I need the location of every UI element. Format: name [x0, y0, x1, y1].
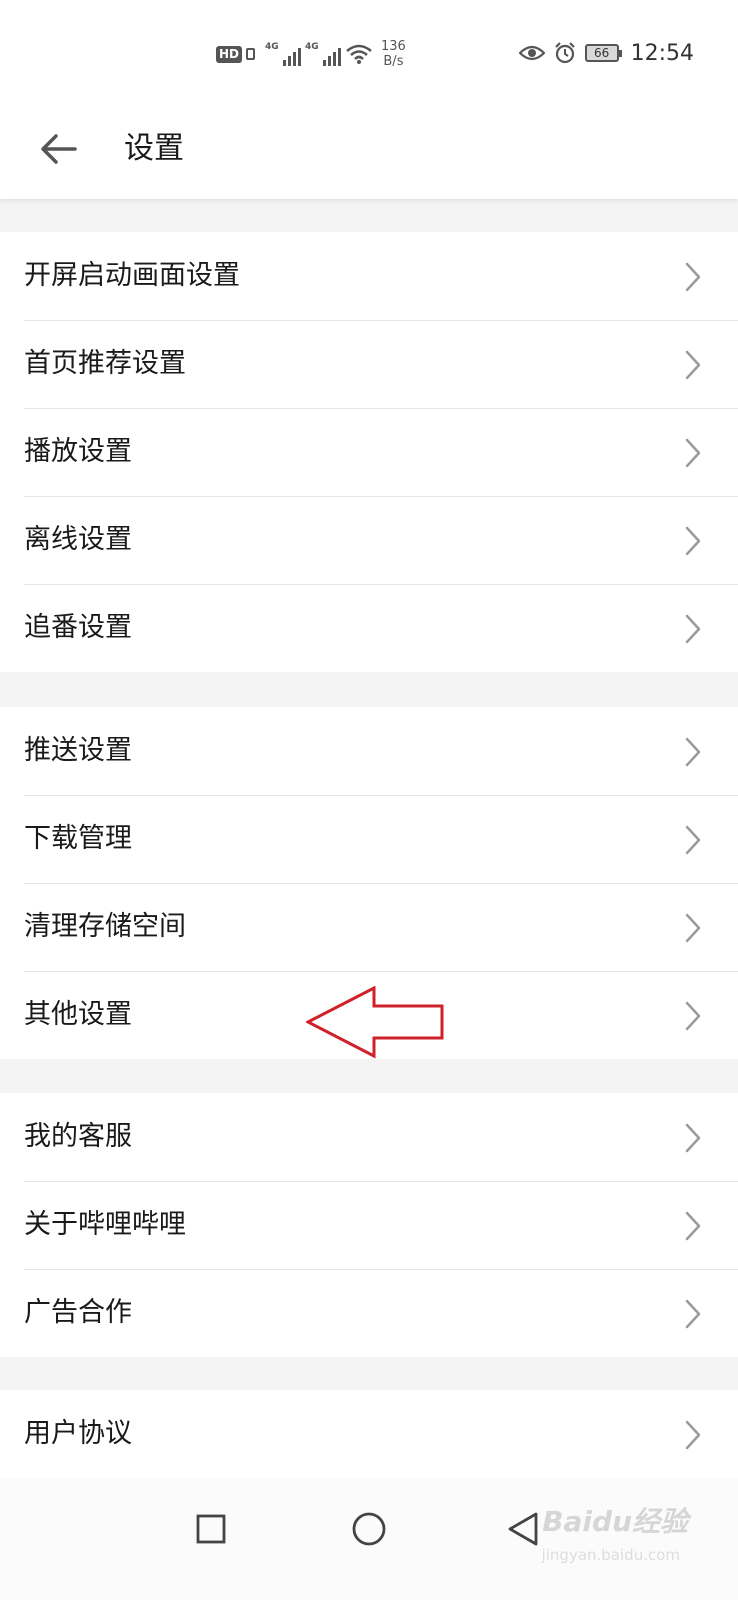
chevron-right-icon	[685, 614, 701, 644]
settings-item-label: 追番设置	[24, 612, 132, 643]
settings-item-about[interactable]: 关于哔哩哔哩	[0, 1181, 738, 1269]
settings-group-legal: 用户协议	[0, 1390, 738, 1478]
settings-item-push[interactable]: 推送设置	[0, 707, 738, 795]
signal-type: 4G	[305, 42, 319, 52]
wifi-icon	[346, 44, 372, 64]
signal-icon: 4G	[305, 42, 342, 66]
settings-item-label: 首页推荐设置	[24, 348, 186, 379]
network-speed-value: 136	[381, 39, 406, 54]
annotation-arrow-icon	[306, 986, 444, 1059]
chevron-right-icon	[685, 1001, 701, 1031]
settings-item-anime-follow[interactable]: 追番设置	[0, 584, 738, 672]
settings-item-downloads[interactable]: 下载管理	[0, 795, 738, 883]
app-bar: 设置	[0, 105, 738, 199]
settings-item-label: 播放设置	[24, 436, 132, 467]
status-right: 66 12:54	[518, 36, 694, 70]
network-speed: 136 B/s	[381, 39, 406, 69]
back-button[interactable]	[36, 127, 80, 171]
network-speed-unit: B/s	[383, 54, 404, 69]
page-title: 设置	[124, 131, 184, 166]
settings-item-home-recommend[interactable]: 首页推荐设置	[0, 320, 738, 408]
settings-item-label: 用户协议	[24, 1418, 132, 1449]
settings-item-playback[interactable]: 播放设置	[0, 408, 738, 496]
settings-item-label: 广告合作	[24, 1297, 132, 1328]
chevron-right-icon	[685, 262, 701, 292]
settings-item-ads[interactable]: 广告合作	[0, 1269, 738, 1357]
chevron-right-icon	[685, 1420, 701, 1450]
eye-icon	[518, 45, 545, 61]
settings-item-label: 推送设置	[24, 735, 132, 766]
chevron-right-icon	[685, 1299, 701, 1329]
settings-item-clear-storage[interactable]: 清理存储空间	[0, 883, 738, 971]
settings-item-customer-service[interactable]: 我的客服	[0, 1093, 738, 1181]
chevron-right-icon	[685, 1211, 701, 1241]
back-arrow-icon	[41, 134, 77, 164]
hd-lock-icon	[246, 48, 256, 60]
back-triangle-icon	[508, 1512, 538, 1546]
recent-apps-button[interactable]	[186, 1504, 236, 1554]
status-bar: HD 4G 4G 136 B/s 66 12:54	[0, 0, 738, 105]
home-icon	[352, 1512, 386, 1546]
watermark-logo: Baidu经验	[542, 1505, 688, 1538]
settings-item-label: 清理存储空间	[24, 911, 186, 942]
settings-item-user-agreement[interactable]: 用户协议	[0, 1390, 738, 1478]
clock: 12:54	[630, 40, 694, 66]
alarm-icon	[554, 42, 575, 64]
chevron-right-icon	[685, 350, 701, 380]
watermark-url: jingyan.baidu.com	[541, 1546, 680, 1564]
settings-item-label: 下载管理	[24, 823, 132, 854]
system-back-button[interactable]	[498, 1504, 548, 1554]
settings-item-label: 其他设置	[24, 999, 132, 1030]
chevron-right-icon	[685, 737, 701, 767]
chevron-right-icon	[685, 438, 701, 468]
settings-group-about: 我的客服 关于哔哩哔哩 广告合作	[0, 1093, 738, 1357]
chevron-right-icon	[685, 825, 701, 855]
battery-indicator: 66	[584, 44, 622, 62]
settings-group-general: 开屏启动画面设置 首页推荐设置 播放设置 离线设置 追番设置	[0, 232, 738, 672]
hd-badge: HD	[216, 45, 243, 63]
chevron-right-icon	[685, 913, 701, 943]
recent-apps-icon	[196, 1514, 226, 1544]
settings-item-label: 关于哔哩哔哩	[24, 1209, 186, 1240]
settings-item-label: 开屏启动画面设置	[24, 260, 240, 291]
settings-item-offline[interactable]: 离线设置	[0, 496, 738, 584]
home-button[interactable]	[344, 1504, 394, 1554]
settings-item-label: 离线设置	[24, 524, 132, 555]
status-left: HD 4G 4G 136 B/s	[216, 38, 406, 70]
settings-item-splash[interactable]: 开屏启动画面设置	[0, 232, 738, 320]
settings-item-label: 我的客服	[24, 1121, 132, 1152]
chevron-right-icon	[685, 526, 701, 556]
chevron-right-icon	[685, 1123, 701, 1153]
signal-type: 4G	[265, 42, 279, 52]
system-nav-bar: Baidu经验 jingyan.baidu.com	[0, 1478, 738, 1600]
signal-icon: 4G	[265, 42, 302, 66]
